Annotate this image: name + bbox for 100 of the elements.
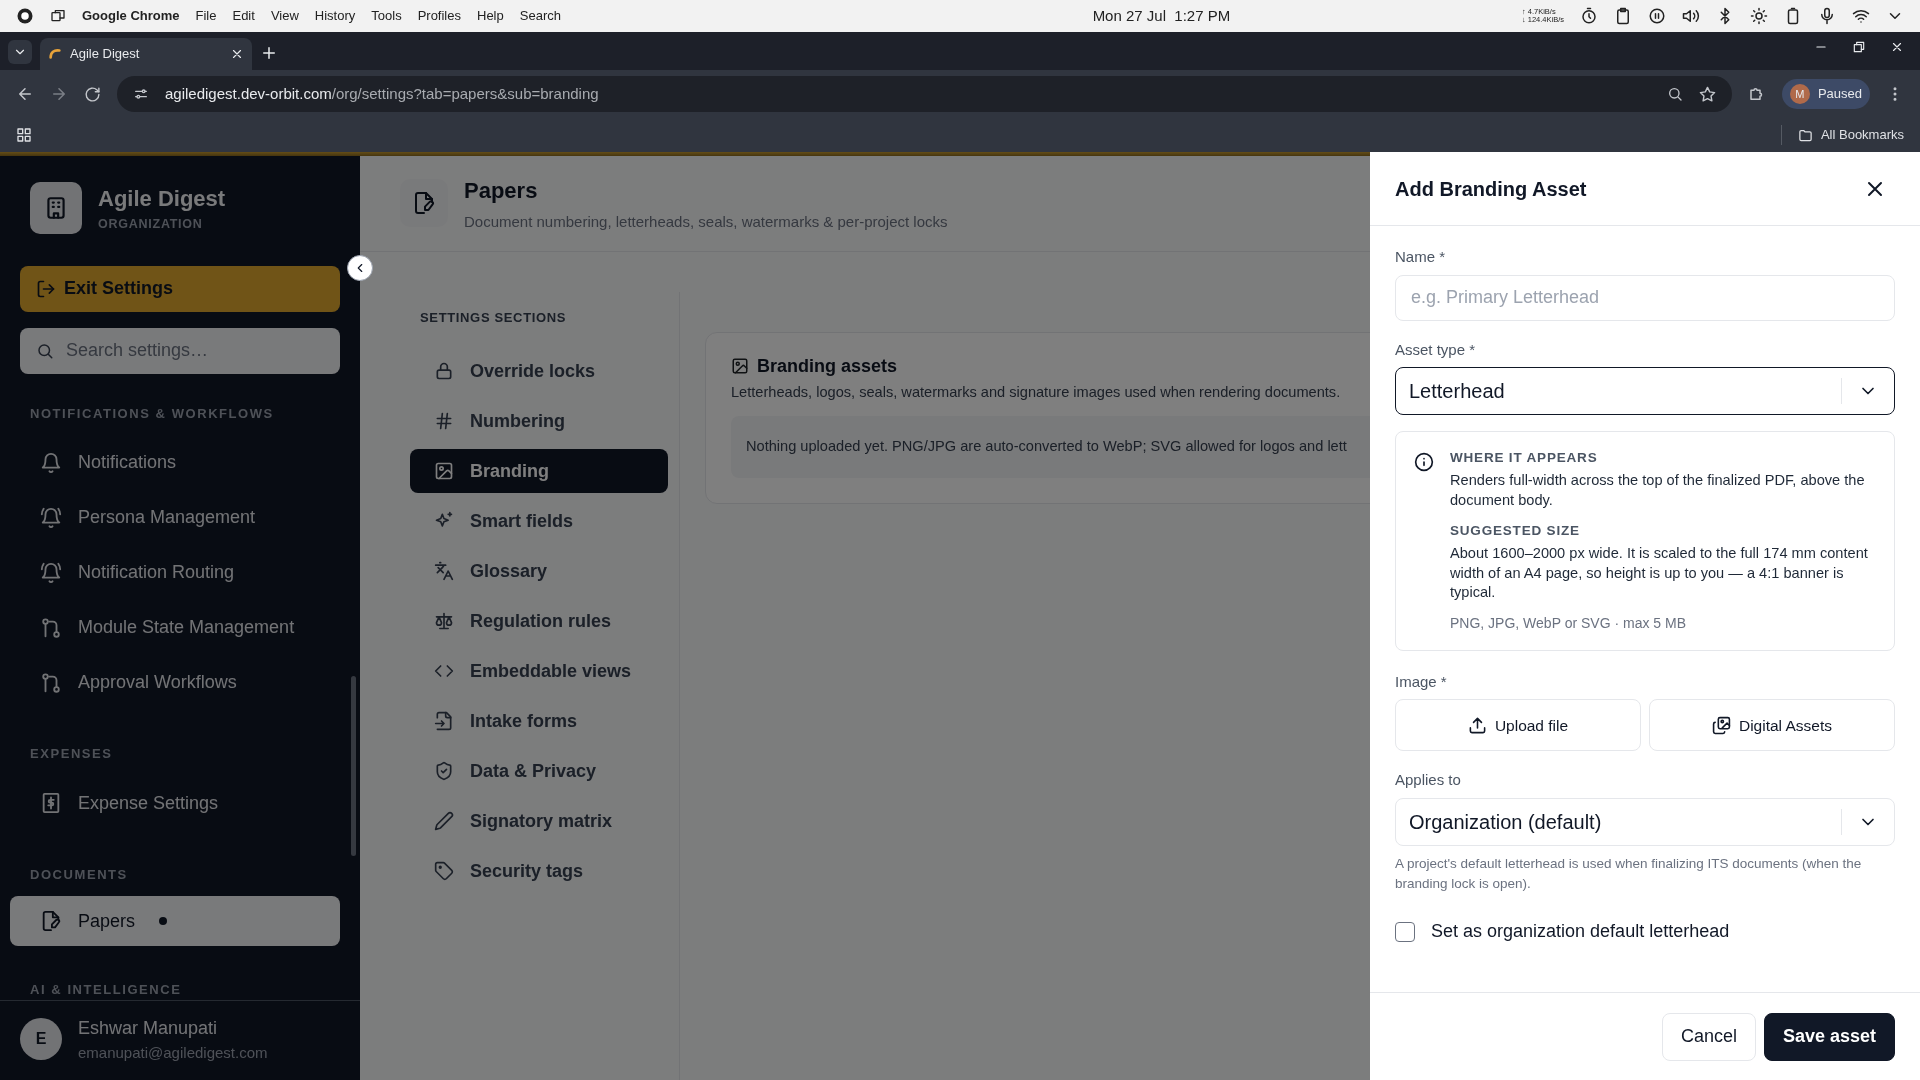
close-icon[interactable] (230, 47, 244, 61)
lock-icon (434, 361, 454, 382)
tab-title: Agile Digest (70, 45, 141, 64)
bell-ring-icon (40, 561, 62, 584)
checkbox[interactable] (1395, 921, 1415, 942)
browser-tab[interactable]: Agile Digest (40, 38, 252, 70)
user-name: Eshwar Manupati (78, 1016, 219, 1040)
app-name: Google Chrome (82, 7, 180, 26)
section-item-label: Numbering (470, 409, 565, 433)
os-logo-icon[interactable] (16, 7, 34, 25)
sidebar-item-label: Module State Management (78, 616, 295, 640)
info-heading: SUGGESTED SIZE (1450, 521, 1581, 540)
zoom-icon[interactable] (1666, 86, 1683, 102)
organization-name: Agile Digest (98, 185, 226, 214)
menu-item[interactable]: File (195, 6, 217, 26)
name-input-field[interactable]: e.g. Primary Letterhead (1395, 274, 1895, 321)
section-label: AI & INTELLIGENCE (29, 981, 183, 1000)
menu-item[interactable]: Edit (232, 6, 255, 26)
settings-section-item[interactable]: Glossary (410, 549, 668, 594)
sidebar-item[interactable]: Approval Workflows (10, 655, 340, 711)
sidebar-item-label: Papers (78, 909, 136, 933)
brightness-icon[interactable] (1750, 7, 1768, 25)
close-window-icon[interactable] (1890, 40, 1904, 54)
all-bookmarks-button[interactable]: All Bookmarks (1780, 125, 1904, 145)
sidebar-item[interactable]: Expense Settings (10, 775, 340, 831)
empty-notice: Nothing uploaded yet. PNG/JPG are auto-converted to WebP; SVG allowed for logos and lett (731, 415, 1370, 478)
reload-icon[interactable] (84, 85, 101, 103)
sidebar-item[interactable]: Module State Management (10, 600, 340, 656)
sidebar-item-label: Approval Workflows (78, 671, 237, 695)
volume-icon[interactable] (1682, 7, 1700, 25)
file-pen-icon (40, 910, 62, 933)
settings-section-item[interactable]: Smart fields (410, 499, 668, 544)
select-field[interactable]: Organization (default) (1395, 797, 1895, 846)
settings-section-item[interactable]: Regulation rules (410, 599, 668, 644)
scrollbar-thumb[interactable] (351, 675, 356, 856)
bookmark-star-icon[interactable] (1698, 85, 1716, 103)
sidebar-item[interactable]: Notification Routing (10, 545, 340, 601)
hash-icon (434, 411, 454, 432)
clipboard-icon[interactable] (1614, 7, 1632, 25)
help-text: A project's default letterhead is used when finalizing ITS documents (when the branding lock is open). (1395, 854, 1863, 894)
menu-item[interactable]: Profiles (417, 6, 461, 26)
timer-icon[interactable] (1580, 7, 1598, 25)
menu-item[interactable]: Search (519, 6, 561, 26)
section-item-label: Data & Privacy (470, 759, 597, 783)
site-info-icon[interactable] (133, 86, 149, 102)
sidebar-item-label: Notification Routing (78, 561, 235, 585)
restore-icon[interactable] (1852, 40, 1866, 54)
info-heading: WHERE IT APPEARS (1450, 449, 1599, 467)
card-description: Letterheads, logos, seals, watermarks and signature images used when rendering documents. (731, 382, 1341, 402)
apps-icon[interactable] (16, 127, 32, 143)
search-icon (36, 341, 54, 360)
info-text: About 1600–2000 px wide. It is scaled to the full 174 mm content width of an A4 page, so height is up to you — a 4:1 banner is typical. (1450, 543, 1869, 603)
scale-icon (434, 611, 454, 632)
settings-section-item[interactable]: Intake forms (410, 699, 668, 744)
sidebar-item[interactable]: Notifications (10, 435, 340, 491)
receipt-icon (40, 792, 62, 815)
search-field[interactable]: Search settings… (20, 327, 340, 374)
file-pen-icon (412, 191, 436, 216)
cancel-button[interactable]: Cancel (1661, 1012, 1756, 1061)
bell-ring-icon (40, 506, 62, 529)
bell-icon (40, 451, 62, 474)
field-label: Name * (1395, 247, 1447, 267)
section-heading: SETTINGS SECTIONS (420, 308, 568, 327)
field-label: Asset type * (1395, 339, 1477, 360)
menu-item[interactable]: Help (477, 6, 504, 26)
section-item-label: Glossary (470, 559, 548, 583)
section-item-label: Signatory matrix (470, 809, 613, 833)
section-item-label: Regulation rules (470, 609, 612, 633)
sidebar-item[interactable]: Persona Management (10, 490, 340, 546)
checkbox-label[interactable]: Set as organization default letterhead (1431, 918, 1730, 946)
save-button[interactable]: Save asset (1763, 1012, 1895, 1061)
user-avatar: E (20, 1018, 62, 1061)
settings-section-item[interactable]: Embeddable views (410, 649, 668, 694)
settings-section-item[interactable]: Data & Privacy (410, 749, 668, 794)
image-source-button[interactable]: Digital Assets (1649, 699, 1895, 752)
menu-item[interactable]: Tools (371, 6, 402, 26)
profile-button[interactable]: M Paused (1781, 79, 1870, 109)
settings-section-item[interactable]: Override locks (410, 349, 668, 394)
pause-icon[interactable] (1648, 7, 1666, 25)
settings-section-item[interactable]: Signatory matrix (410, 799, 668, 844)
branch-icon (40, 671, 62, 694)
window-switcher-icon[interactable] (50, 8, 66, 24)
format-note: PNG, JPG, WebP or SVG · max 5 MB (1450, 613, 1687, 633)
image-source-button[interactable]: Upload file (1395, 699, 1641, 752)
file-arrow-icon (434, 711, 454, 732)
settings-section-item[interactable]: Security tags (410, 849, 668, 894)
wifi-icon[interactable] (1852, 7, 1870, 25)
back-icon[interactable] (16, 85, 34, 103)
menu-item[interactable]: History (314, 6, 356, 26)
section-label: EXPENSES (29, 745, 114, 764)
menu-item[interactable]: View (270, 6, 299, 26)
sidebar-item[interactable]: Papers (10, 896, 340, 947)
select-field[interactable]: Letterhead (1395, 367, 1895, 415)
sidebar-item-label: Notifications (78, 451, 177, 475)
settings-section-item[interactable]: Branding (410, 449, 668, 494)
microphone-icon[interactable] (1818, 7, 1836, 25)
profile-avatar: M (1789, 84, 1810, 104)
tab-list-button[interactable] (8, 40, 32, 64)
translate-icon (434, 561, 454, 582)
settings-section-item[interactable]: Numbering (410, 399, 668, 444)
